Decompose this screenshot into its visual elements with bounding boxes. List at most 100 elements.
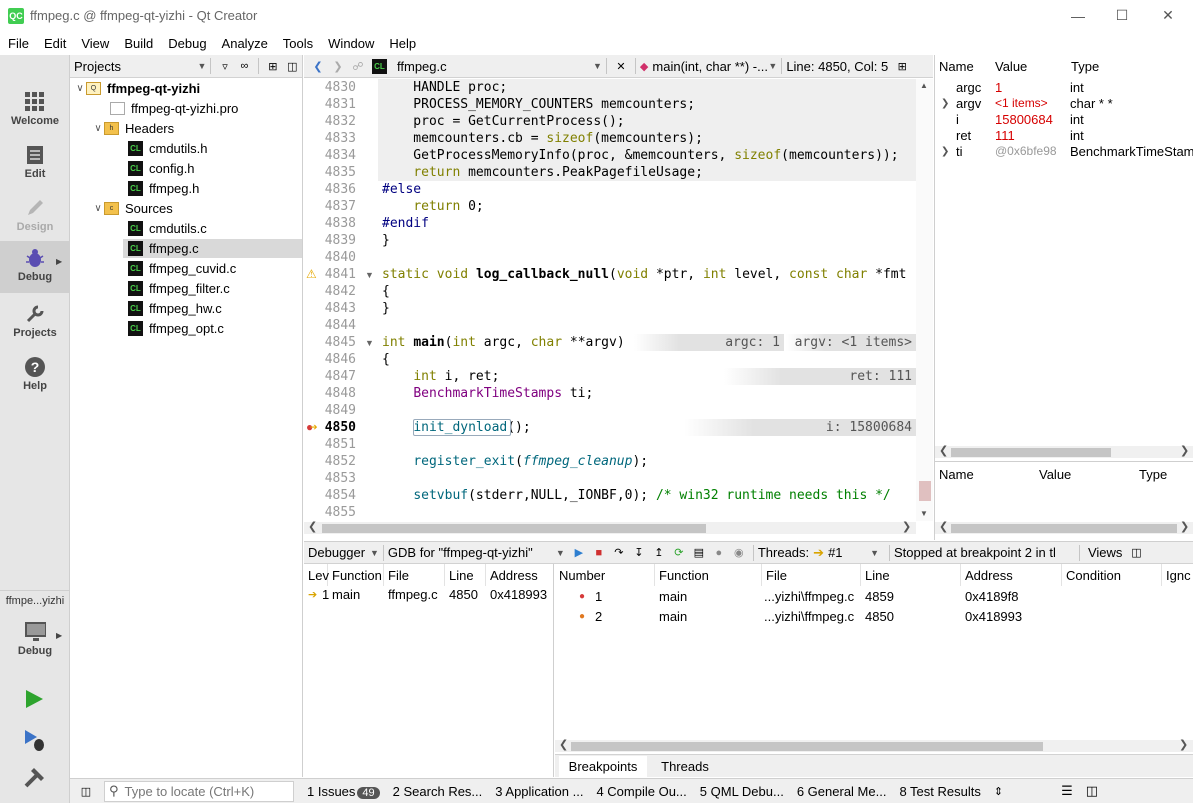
code-line[interactable]: 4832 proc = GetCurrentProcess(); [304,113,916,130]
tree-file[interactable]: CL cmdutils.h [128,138,208,158]
mode-projects[interactable]: Projects [0,297,70,349]
bp-function[interactable]: main [659,586,687,606]
code-line[interactable]: 4854 setvbuf(stderr,NULL,_IONBF,0); /* w… [304,487,916,504]
bp-header-condition[interactable]: Condition [1062,564,1162,586]
chevron-down-icon[interactable]: ∨ [92,203,104,214]
stack-header-address[interactable]: Address [486,564,554,586]
minimize-icon[interactable]: — [1055,0,1101,31]
stack-header-file[interactable]: File [384,564,445,586]
pane-general-messages[interactable]: 6 General Me... [797,784,887,799]
mode-edit[interactable]: Edit [0,138,70,190]
chevron-down-icon[interactable]: ∨ [74,83,86,94]
progress-details-icon[interactable]: ☰ [1061,783,1073,799]
menu-edit[interactable]: Edit [36,36,73,51]
code-line[interactable]: 4836 #else [304,181,916,198]
tree-file[interactable]: CL ffmpeg_cuvid.c [128,258,236,278]
chevron-down-icon[interactable]: ▼ [370,548,379,558]
pane-application-output[interactable]: 3 Application ... [495,784,583,799]
locals-horizontal-scrollbar[interactable]: ❮ ❯ [935,444,1193,458]
views-menu[interactable]: Views [1088,545,1122,560]
chevron-down-icon[interactable]: ▼ [556,548,565,558]
chevron-down-icon[interactable]: ▼ [593,61,602,71]
bp-address[interactable]: 0x4189f8 [965,586,1019,606]
locals-header-name[interactable]: Name [939,59,974,74]
tree-file-selected[interactable]: CL ffmpeg.c [128,238,199,258]
bp-file[interactable]: ...yizhi\ffmpeg.c [764,586,854,606]
tree-pro-file[interactable]: ffmpeg-qt-yizhi.pro [110,98,238,118]
menu-help[interactable]: Help [381,36,423,51]
thread-select[interactable]: #1 [828,545,870,560]
locals-header-type[interactable]: Type [1071,59,1099,74]
debugger-perspective-select[interactable]: Debugger [308,545,370,560]
menu-window[interactable]: Window [320,36,381,51]
chevron-up-icon[interactable]: ▲ [920,81,928,90]
bp-line[interactable]: 4859 [865,586,894,606]
scrollbar-thumb[interactable] [571,742,1043,751]
tree-file[interactable]: CL cmdutils.c [128,218,207,238]
pane-issues[interactable]: 1 Issues 49 [307,784,380,799]
scrollbar-thumb[interactable] [951,448,1111,457]
chevron-right-icon[interactable]: ❯ [941,146,949,157]
bp-header-ignore[interactable]: Ignc [1162,564,1193,586]
bp-line[interactable]: 4850 [865,606,894,626]
bp-horizontal-scrollbar[interactable]: ❮ ❯ [555,738,1193,752]
editor-vertical-scrollbar[interactable]: ▲ ▼ [916,79,933,521]
editor-horizontal-scrollbar[interactable]: ❮ ❯ [304,520,916,534]
operate-by-instruction-icon[interactable]: ▤ [691,545,707,561]
tree-file[interactable]: CL ffmpeg_filter.c [128,278,230,298]
close-document-icon[interactable]: ✕ [613,58,629,74]
locals-row[interactable]: argc 1 int [935,79,1193,95]
chevron-right-icon[interactable]: ❯ [1180,444,1189,457]
watch-header-name[interactable]: Name [939,467,974,482]
stack-level[interactable]: 1 [322,584,329,604]
close-icon[interactable]: ✕ [1145,0,1191,31]
locator-input[interactable]: ⚲ Type to locate (Ctrl+K) [104,780,294,802]
bp-header-function[interactable]: Function [655,564,762,586]
code-line[interactable]: 4840 [304,249,916,266]
watch-header-value[interactable]: Value [1039,467,1071,482]
bp-number[interactable]: 1 [595,586,602,606]
scrollbar-thumb[interactable] [322,524,706,533]
pane-compile-output[interactable]: 4 Compile Ou... [596,784,686,799]
code-line[interactable]: 4851 [304,436,916,453]
code-line[interactable]: 4852 register_exit(ffmpeg_cleanup); [304,453,916,470]
kit-selector[interactable]: Debug ▶ [0,615,70,667]
split-icon[interactable]: ⊞ [894,58,910,74]
chevron-right-icon[interactable]: ❯ [902,520,911,533]
chevron-left-icon[interactable]: ❮ [939,444,948,457]
run-icon[interactable] [23,688,45,713]
stack-file[interactable]: ffmpeg.c [388,584,438,604]
bp-address[interactable]: 0x418993 [965,606,1022,626]
locals-row[interactable]: ret 111 int [935,127,1193,143]
code-line[interactable]: 4838 #endif [304,215,916,232]
stack-header-level[interactable]: Lev [304,564,329,586]
stack-function[interactable]: main [332,584,360,604]
step-out-icon[interactable]: ↥ [651,545,667,561]
menu-view[interactable]: View [73,36,116,51]
bp-file[interactable]: ...yizhi\ffmpeg.c [764,606,854,626]
watch-header-type[interactable]: Type [1139,467,1167,482]
chevron-left-icon[interactable]: ❮ [308,520,317,533]
code-line[interactable]: 4839} [304,232,916,249]
record-icon[interactable]: ● [711,545,727,561]
continue-icon[interactable]: ▶ [571,545,587,561]
chevron-left-icon[interactable]: ❮ [559,738,568,751]
menu-debug[interactable]: Debug [160,36,213,51]
code-line[interactable]: 4846 { [304,351,916,368]
locals-header-value[interactable]: Value [995,59,1027,74]
bp-header-number[interactable]: Number [555,564,655,586]
filter-icon[interactable]: ▿ [217,58,232,74]
code-line[interactable]: 4849 [304,402,916,419]
code-line[interactable]: 4844 [304,317,916,334]
menu-file[interactable]: File [0,36,36,51]
locals-row[interactable]: ❯ ti @0x6bfe98 BenchmarkTimeStam [935,143,1193,159]
code-line[interactable]: 4855 [304,504,916,521]
link-icon[interactable]: ∞ [237,58,252,74]
tree-headers-folder[interactable]: ∨ h Headers [92,118,174,138]
tree-file[interactable]: CL ffmpeg_hw.c [128,298,222,318]
bp-function[interactable]: main [659,606,687,626]
chevron-right-icon[interactable]: ❯ [941,98,949,109]
mode-help[interactable]: ? Help [0,350,70,402]
bp-header-address[interactable]: Address [961,564,1062,586]
more-panes-icon[interactable]: ⇕ [994,785,1003,798]
